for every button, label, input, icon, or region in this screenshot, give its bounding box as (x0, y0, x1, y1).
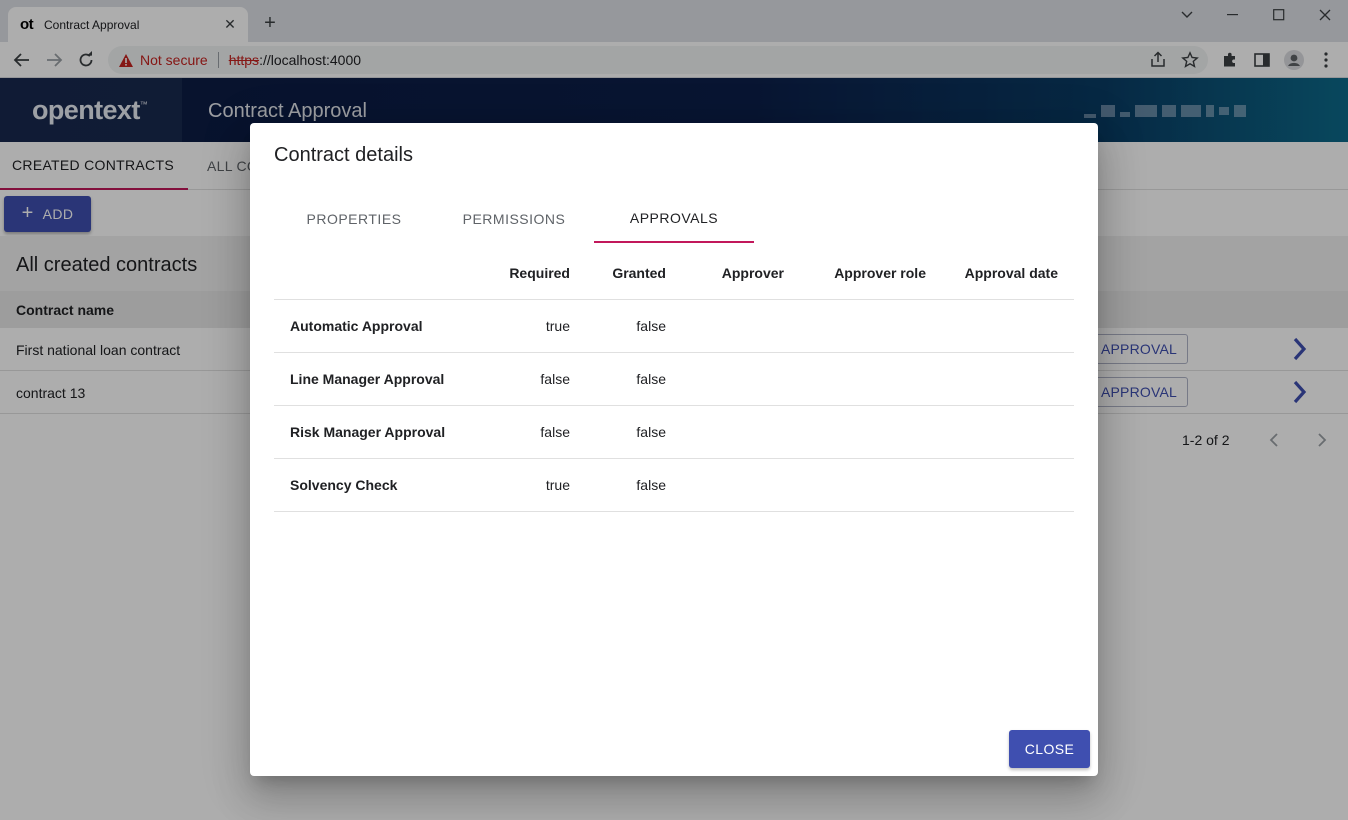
table-row: Line Manager Approval false false (274, 352, 1074, 406)
approver-value (670, 299, 788, 353)
required-value: true (470, 458, 574, 512)
table-row: Solvency Check true false (274, 458, 1074, 512)
column-header-approver[interactable]: Approver (670, 247, 788, 300)
column-header-approver-role[interactable]: Approver role (788, 247, 930, 300)
column-header-granted[interactable]: Granted (574, 247, 670, 300)
approval-name: Solvency Check (274, 458, 470, 512)
contract-details-dialog: Contract details PROPERTIES PERMISSIONS … (250, 123, 1098, 776)
table-row: Automatic Approval true false (274, 299, 1074, 353)
required-value: false (470, 352, 574, 406)
approval-name: Automatic Approval (274, 299, 470, 353)
approval-date-value (930, 405, 1074, 459)
approver-role-value (788, 458, 930, 512)
approver-role-value (788, 405, 930, 459)
tab-permissions[interactable]: PERMISSIONS (434, 195, 594, 243)
required-value: false (470, 405, 574, 459)
approvals-table: Required Granted Approver Approver role … (274, 247, 1074, 512)
approver-value (670, 405, 788, 459)
table-header-row: Required Granted Approver Approver role … (274, 247, 1074, 300)
approver-value (670, 352, 788, 406)
approval-date-value (930, 299, 1074, 353)
approval-date-value (930, 352, 1074, 406)
required-value: true (470, 299, 574, 353)
column-header-name (274, 247, 470, 300)
column-header-approval-date[interactable]: Approval date (930, 247, 1074, 300)
approval-date-value (930, 458, 1074, 512)
table-row: Risk Manager Approval false false (274, 405, 1074, 459)
granted-value: false (574, 405, 670, 459)
column-header-required[interactable]: Required (470, 247, 574, 300)
dialog-title: Contract details (274, 144, 413, 166)
granted-value: false (574, 352, 670, 406)
approver-role-value (788, 299, 930, 353)
approval-name: Risk Manager Approval (274, 405, 470, 459)
approver-value (670, 458, 788, 512)
dialog-tabs: PROPERTIES PERMISSIONS APPROVALS (274, 195, 1074, 243)
approver-role-value (788, 352, 930, 406)
close-button[interactable]: CLOSE (1009, 730, 1090, 768)
tab-approvals[interactable]: APPROVALS (594, 195, 754, 243)
granted-value: false (574, 299, 670, 353)
tab-properties[interactable]: PROPERTIES (274, 195, 434, 243)
granted-value: false (574, 458, 670, 512)
approval-name: Line Manager Approval (274, 352, 470, 406)
